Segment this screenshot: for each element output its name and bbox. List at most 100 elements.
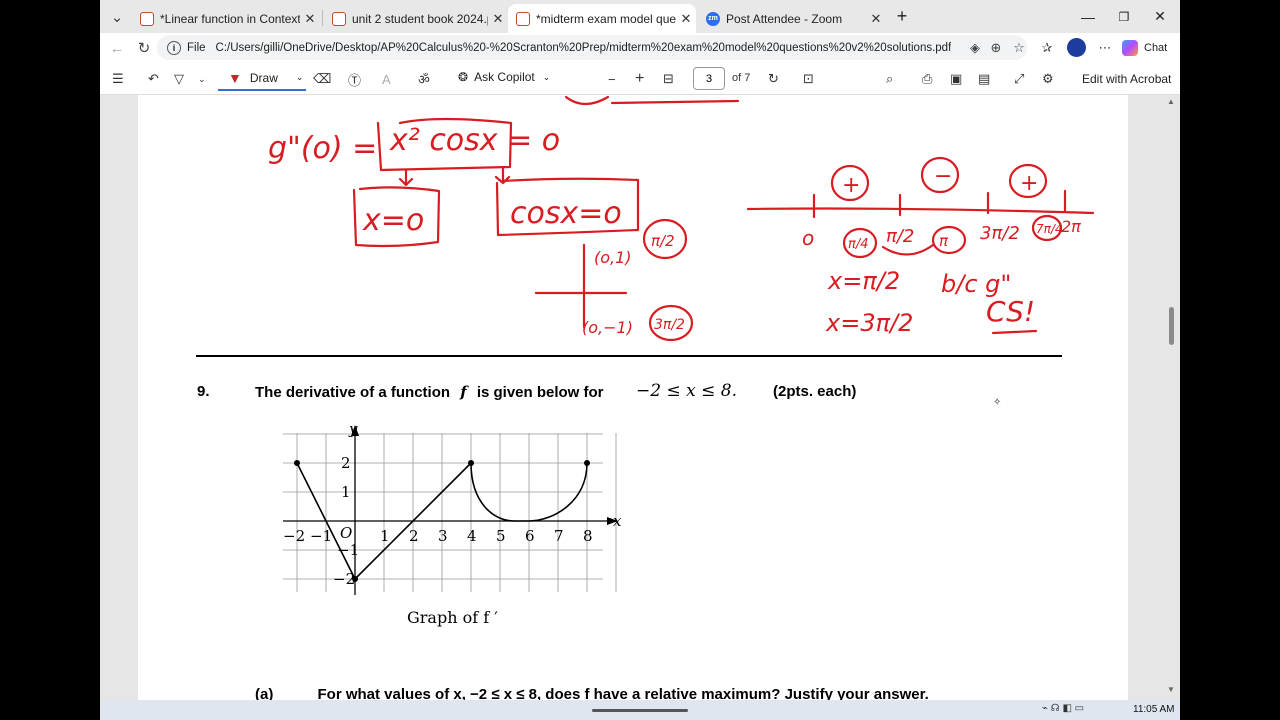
tab-zoom[interactable]: zm Post Attendee - Zoom ✕: [698, 4, 886, 33]
x-tick-label: 7: [554, 527, 564, 545]
print-icon[interactable]: ⎙: [922, 69, 932, 89]
question-number: 9.: [197, 383, 210, 400]
close-icon[interactable]: ✕: [300, 11, 320, 27]
read-aloud-icon[interactable]: ◈: [966, 39, 984, 57]
y-axis-label: y: [348, 420, 358, 438]
y-tick-label: −1: [337, 541, 359, 559]
back-arrow-icon[interactable]: ←: [106, 37, 128, 59]
profile-avatar[interactable]: [1067, 38, 1086, 57]
scroll-thumb[interactable]: [1169, 307, 1174, 345]
question-text-part1: The derivative of a function: [255, 384, 451, 401]
page-number-input[interactable]: 3: [693, 67, 725, 90]
tab-label: *Linear function in Context Multipl: [160, 11, 300, 26]
scroll-up-icon[interactable]: ▲: [1167, 97, 1175, 106]
ink-cosx-equals-0: cosx=o: [510, 196, 622, 231]
origin-label: O: [340, 524, 352, 542]
ink-stroke: [610, 99, 740, 105]
minimize-button[interactable]: —: [1070, 0, 1106, 33]
favorites-icon[interactable]: ✰: [1038, 39, 1056, 57]
edit-with-acrobat-button[interactable]: Edit with Acrobat: [1082, 72, 1171, 86]
text-box-icon[interactable]: Ⓣ: [348, 69, 361, 89]
highlight-chevron-icon[interactable]: ⌄: [198, 69, 206, 89]
zoom-icon[interactable]: ⊕: [987, 39, 1005, 57]
tab-label: Post Attendee - Zoom: [726, 11, 843, 26]
tab-actions-chevron-icon[interactable]: ⌄: [106, 6, 128, 28]
window-close-button[interactable]: ✕: [1142, 0, 1178, 33]
scroll-down-icon[interactable]: ▼: [1167, 685, 1175, 694]
tab-strip: ⌄ *Linear function in Context Multipl ✕ …: [100, 0, 1180, 33]
pdf-page: g"(o) = x² cosx = o x=o cosx=o π/2 (o,1)…: [138, 95, 1128, 703]
ink-arrow: [398, 168, 414, 187]
browser-window: ⌄ *Linear function in Context Multipl ✕ …: [100, 0, 1180, 720]
refresh-icon[interactable]: ↻: [133, 37, 155, 59]
system-tray-icons[interactable]: ⌁ ☊ ◧ ▭: [1042, 703, 1084, 714]
close-icon[interactable]: ✕: [676, 11, 696, 27]
ink-3pi-over-2: 3π/2: [654, 317, 685, 333]
question-text-part2: is given below for: [476, 384, 604, 401]
chevron-down-icon: ⌄: [295, 72, 304, 82]
ink-x-equals-0: x=o: [362, 203, 424, 238]
copilot-icon: ❂: [458, 70, 469, 84]
fit-page-icon[interactable]: ⊟: [663, 69, 674, 89]
x-tick-label: 6: [525, 527, 535, 545]
eraser-icon[interactable]: ⌫: [313, 69, 331, 89]
x-tick-label: −1: [310, 527, 332, 545]
page-count: of 7: [732, 72, 751, 84]
ink-tick-2pi: 2π: [1061, 217, 1081, 236]
page-view-icon[interactable]: ⊡: [803, 69, 814, 89]
url-text: C:/Users/gilli/OneDrive/Desktop/AP%20Cal…: [215, 41, 952, 54]
copilot-chat-button[interactable]: Chat: [1122, 38, 1167, 58]
taskbar: ⌁ ☊ ◧ ▭ 11:05 AM: [100, 700, 1180, 720]
pdf-icon: [140, 11, 154, 26]
x-tick-label: 2: [409, 527, 419, 545]
ask-copilot-button[interactable]: ❂ Ask Copilot ⌄: [458, 70, 550, 84]
y-tick-label: −2: [333, 570, 355, 588]
rotate-icon[interactable]: ↻: [768, 69, 779, 89]
close-icon[interactable]: ✕: [488, 11, 508, 27]
close-icon[interactable]: ✕: [866, 11, 886, 27]
save-as-icon[interactable]: ▤: [978, 69, 990, 89]
ink-point-0-1: (o,1): [594, 248, 632, 267]
copilot-icon: [1122, 40, 1138, 56]
tab-label: *midterm exam model questions v: [536, 11, 676, 26]
ask-copilot-label: Ask Copilot: [474, 70, 535, 84]
tab-unit2-student-book[interactable]: unit 2 student book 2024.pdf ✕: [324, 4, 508, 33]
translate-icon[interactable]: ॐ: [418, 69, 430, 89]
more-options-icon[interactable]: ⋯: [1096, 39, 1114, 57]
contents-icon[interactable]: ☰: [112, 69, 124, 89]
zoom-out-button[interactable]: −: [608, 69, 616, 89]
highlight-icon[interactable]: ▽: [174, 69, 184, 89]
x-tick-label: 8: [583, 527, 593, 545]
ink-because-g: b/c g": [941, 270, 1011, 298]
pdf-viewer[interactable]: g"(o) = x² cosx = o x=o cosx=o π/2 (o,1)…: [100, 95, 1180, 703]
fullscreen-icon[interactable]: ⤢: [1014, 69, 1024, 89]
vertical-scrollbar[interactable]: ▲ ▼: [1166, 95, 1178, 700]
new-tab-button[interactable]: +: [886, 0, 918, 33]
tab-label: unit 2 student book 2024.pdf: [352, 11, 488, 26]
zoom-icon: zm: [706, 11, 720, 26]
favorite-star-icon[interactable]: ☆: [1010, 39, 1028, 57]
ink-underline: [991, 329, 1038, 335]
y-tick-label: 1: [341, 483, 351, 501]
ink-g-double-prime: g"(o) =: [268, 131, 377, 166]
settings-gear-icon[interactable]: ⚙: [1042, 69, 1054, 89]
ink-sign-plus: +: [1020, 171, 1038, 196]
question-function-f: f: [460, 383, 467, 401]
url-field[interactable]: i File C:/Users/gilli/OneDrive/Desktop/A…: [157, 35, 1027, 60]
zoom-in-button[interactable]: +: [635, 69, 644, 89]
ink-sign-plus: +: [842, 173, 860, 198]
search-icon[interactable]: ⌕: [886, 69, 893, 89]
clock: 11:05 AM: [1133, 704, 1175, 715]
ink-x-pi2: x=π/2: [827, 267, 900, 295]
tab-midterm-exam[interactable]: *midterm exam model questions v ✕: [508, 4, 696, 33]
ink-pi-over-2: π/2: [651, 232, 675, 250]
maximize-button[interactable]: ❐: [1106, 0, 1142, 33]
read-aloud-icon[interactable]: A: [382, 69, 391, 89]
x-tick-label: 4: [467, 527, 477, 545]
pdf-icon: [516, 11, 530, 26]
undo-icon[interactable]: ↶: [148, 69, 159, 89]
tab-linear-function[interactable]: *Linear function in Context Multipl ✕: [132, 4, 320, 33]
draw-button[interactable]: ▼ Draw ⌄: [218, 66, 306, 91]
info-icon[interactable]: i: [167, 40, 181, 55]
save-icon[interactable]: ▣: [950, 69, 962, 89]
